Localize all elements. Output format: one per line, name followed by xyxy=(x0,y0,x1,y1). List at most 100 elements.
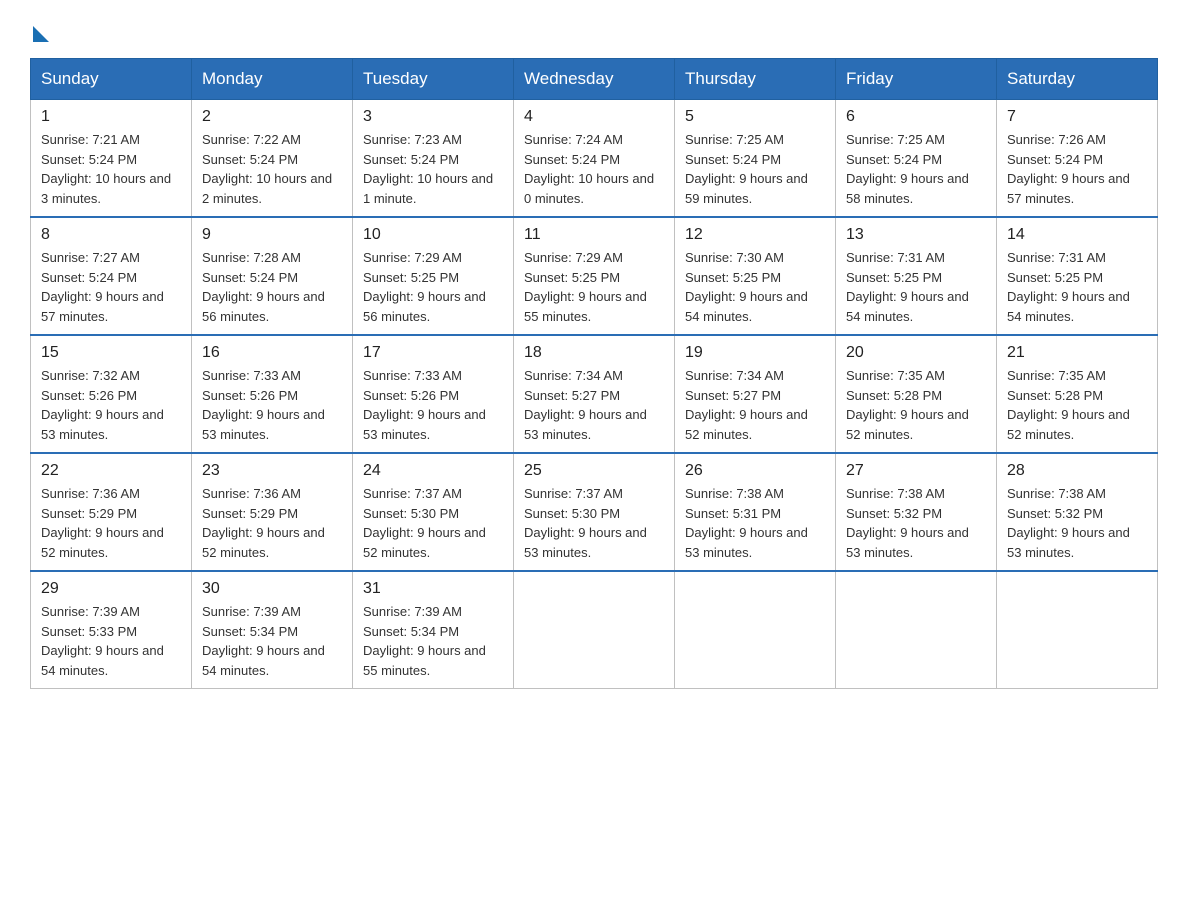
calendar-cell: 20 Sunrise: 7:35 AM Sunset: 5:28 PM Dayl… xyxy=(836,335,997,453)
day-info: Sunrise: 7:24 AM Sunset: 5:24 PM Dayligh… xyxy=(524,130,664,208)
sunrise-label: Sunrise: xyxy=(846,132,897,147)
day-info: Sunrise: 7:37 AM Sunset: 5:30 PM Dayligh… xyxy=(524,484,664,562)
sunset-value: 5:33 PM xyxy=(89,624,137,639)
day-info: Sunrise: 7:26 AM Sunset: 5:24 PM Dayligh… xyxy=(1007,130,1147,208)
day-number: 4 xyxy=(524,108,664,126)
day-number: 16 xyxy=(202,344,342,362)
sunrise-label: Sunrise: xyxy=(41,368,92,383)
calendar-cell: 28 Sunrise: 7:38 AM Sunset: 5:32 PM Dayl… xyxy=(997,453,1158,571)
sunrise-value: 7:36 AM xyxy=(92,486,140,501)
sunrise-label: Sunrise: xyxy=(202,368,253,383)
sunset-value: 5:28 PM xyxy=(894,388,942,403)
sunset-label: Sunset: xyxy=(363,152,411,167)
sunset-value: 5:34 PM xyxy=(411,624,459,639)
day-number: 31 xyxy=(363,580,503,598)
calendar-cell: 5 Sunrise: 7:25 AM Sunset: 5:24 PM Dayli… xyxy=(675,100,836,218)
sunset-value: 5:25 PM xyxy=(1055,270,1103,285)
sunset-label: Sunset: xyxy=(685,388,733,403)
calendar-cell: 31 Sunrise: 7:39 AM Sunset: 5:34 PM Dayl… xyxy=(353,571,514,689)
daylight-label: Daylight: xyxy=(846,407,900,422)
sunrise-label: Sunrise: xyxy=(363,250,414,265)
sunset-label: Sunset: xyxy=(202,624,250,639)
sunrise-label: Sunrise: xyxy=(1007,368,1058,383)
sunrise-value: 7:30 AM xyxy=(736,250,784,265)
sunrise-value: 7:22 AM xyxy=(253,132,301,147)
page-header xyxy=(30,20,1158,38)
sunset-value: 5:24 PM xyxy=(89,152,137,167)
sunset-value: 5:30 PM xyxy=(411,506,459,521)
sunrise-value: 7:28 AM xyxy=(253,250,301,265)
sunrise-label: Sunrise: xyxy=(685,486,736,501)
sunset-label: Sunset: xyxy=(41,388,89,403)
day-number: 1 xyxy=(41,108,181,126)
sunrise-label: Sunrise: xyxy=(1007,486,1058,501)
day-info: Sunrise: 7:25 AM Sunset: 5:24 PM Dayligh… xyxy=(685,130,825,208)
day-number: 11 xyxy=(524,226,664,244)
daylight-label: Daylight: xyxy=(524,407,578,422)
sunrise-value: 7:35 AM xyxy=(897,368,945,383)
day-info: Sunrise: 7:31 AM Sunset: 5:25 PM Dayligh… xyxy=(1007,248,1147,326)
calendar-cell: 17 Sunrise: 7:33 AM Sunset: 5:26 PM Dayl… xyxy=(353,335,514,453)
calendar-cell: 21 Sunrise: 7:35 AM Sunset: 5:28 PM Dayl… xyxy=(997,335,1158,453)
sunset-label: Sunset: xyxy=(685,152,733,167)
sunset-value: 5:31 PM xyxy=(733,506,781,521)
sunrise-label: Sunrise: xyxy=(524,368,575,383)
sunset-label: Sunset: xyxy=(363,506,411,521)
calendar-cell: 9 Sunrise: 7:28 AM Sunset: 5:24 PM Dayli… xyxy=(192,217,353,335)
daylight-label: Daylight: xyxy=(41,407,95,422)
sunset-label: Sunset: xyxy=(41,624,89,639)
daylight-label: Daylight: xyxy=(363,171,417,186)
sunset-value: 5:24 PM xyxy=(250,152,298,167)
day-info: Sunrise: 7:34 AM Sunset: 5:27 PM Dayligh… xyxy=(685,366,825,444)
calendar-cell: 26 Sunrise: 7:38 AM Sunset: 5:31 PM Dayl… xyxy=(675,453,836,571)
daylight-label: Daylight: xyxy=(524,171,578,186)
day-number: 30 xyxy=(202,580,342,598)
sunrise-value: 7:27 AM xyxy=(92,250,140,265)
daylight-label: Daylight: xyxy=(41,171,95,186)
day-info: Sunrise: 7:38 AM Sunset: 5:31 PM Dayligh… xyxy=(685,484,825,562)
sunrise-value: 7:25 AM xyxy=(897,132,945,147)
day-number: 5 xyxy=(685,108,825,126)
daylight-label: Daylight: xyxy=(202,525,256,540)
day-number: 19 xyxy=(685,344,825,362)
sunrise-value: 7:32 AM xyxy=(92,368,140,383)
sunset-value: 5:29 PM xyxy=(89,506,137,521)
sunrise-label: Sunrise: xyxy=(363,132,414,147)
day-info: Sunrise: 7:38 AM Sunset: 5:32 PM Dayligh… xyxy=(1007,484,1147,562)
day-info: Sunrise: 7:25 AM Sunset: 5:24 PM Dayligh… xyxy=(846,130,986,208)
daylight-label: Daylight: xyxy=(363,525,417,540)
sunset-label: Sunset: xyxy=(363,270,411,285)
day-number: 9 xyxy=(202,226,342,244)
sunset-label: Sunset: xyxy=(524,388,572,403)
sunset-value: 5:24 PM xyxy=(733,152,781,167)
calendar-week-row: 29 Sunrise: 7:39 AM Sunset: 5:33 PM Dayl… xyxy=(31,571,1158,689)
day-info: Sunrise: 7:22 AM Sunset: 5:24 PM Dayligh… xyxy=(202,130,342,208)
sunset-label: Sunset: xyxy=(846,388,894,403)
sunrise-label: Sunrise: xyxy=(1007,250,1058,265)
day-number: 3 xyxy=(363,108,503,126)
calendar-table: SundayMondayTuesdayWednesdayThursdayFrid… xyxy=(30,58,1158,689)
sunset-label: Sunset: xyxy=(846,270,894,285)
calendar-cell xyxy=(675,571,836,689)
sunrise-label: Sunrise: xyxy=(846,250,897,265)
daylight-label: Daylight: xyxy=(685,407,739,422)
calendar-cell: 25 Sunrise: 7:37 AM Sunset: 5:30 PM Dayl… xyxy=(514,453,675,571)
day-info: Sunrise: 7:31 AM Sunset: 5:25 PM Dayligh… xyxy=(846,248,986,326)
day-info: Sunrise: 7:34 AM Sunset: 5:27 PM Dayligh… xyxy=(524,366,664,444)
daylight-label: Daylight: xyxy=(202,407,256,422)
sunset-label: Sunset: xyxy=(1007,506,1055,521)
sunset-label: Sunset: xyxy=(41,506,89,521)
day-number: 29 xyxy=(41,580,181,598)
sunset-label: Sunset: xyxy=(202,506,250,521)
sunset-label: Sunset: xyxy=(1007,388,1055,403)
sunrise-label: Sunrise: xyxy=(202,132,253,147)
sunset-value: 5:24 PM xyxy=(411,152,459,167)
sunrise-value: 7:38 AM xyxy=(736,486,784,501)
sunrise-label: Sunrise: xyxy=(363,604,414,619)
calendar-cell: 27 Sunrise: 7:38 AM Sunset: 5:32 PM Dayl… xyxy=(836,453,997,571)
calendar-cell: 15 Sunrise: 7:32 AM Sunset: 5:26 PM Dayl… xyxy=(31,335,192,453)
calendar-header-tuesday: Tuesday xyxy=(353,59,514,100)
sunset-label: Sunset: xyxy=(846,506,894,521)
daylight-label: Daylight: xyxy=(41,643,95,658)
day-number: 22 xyxy=(41,462,181,480)
